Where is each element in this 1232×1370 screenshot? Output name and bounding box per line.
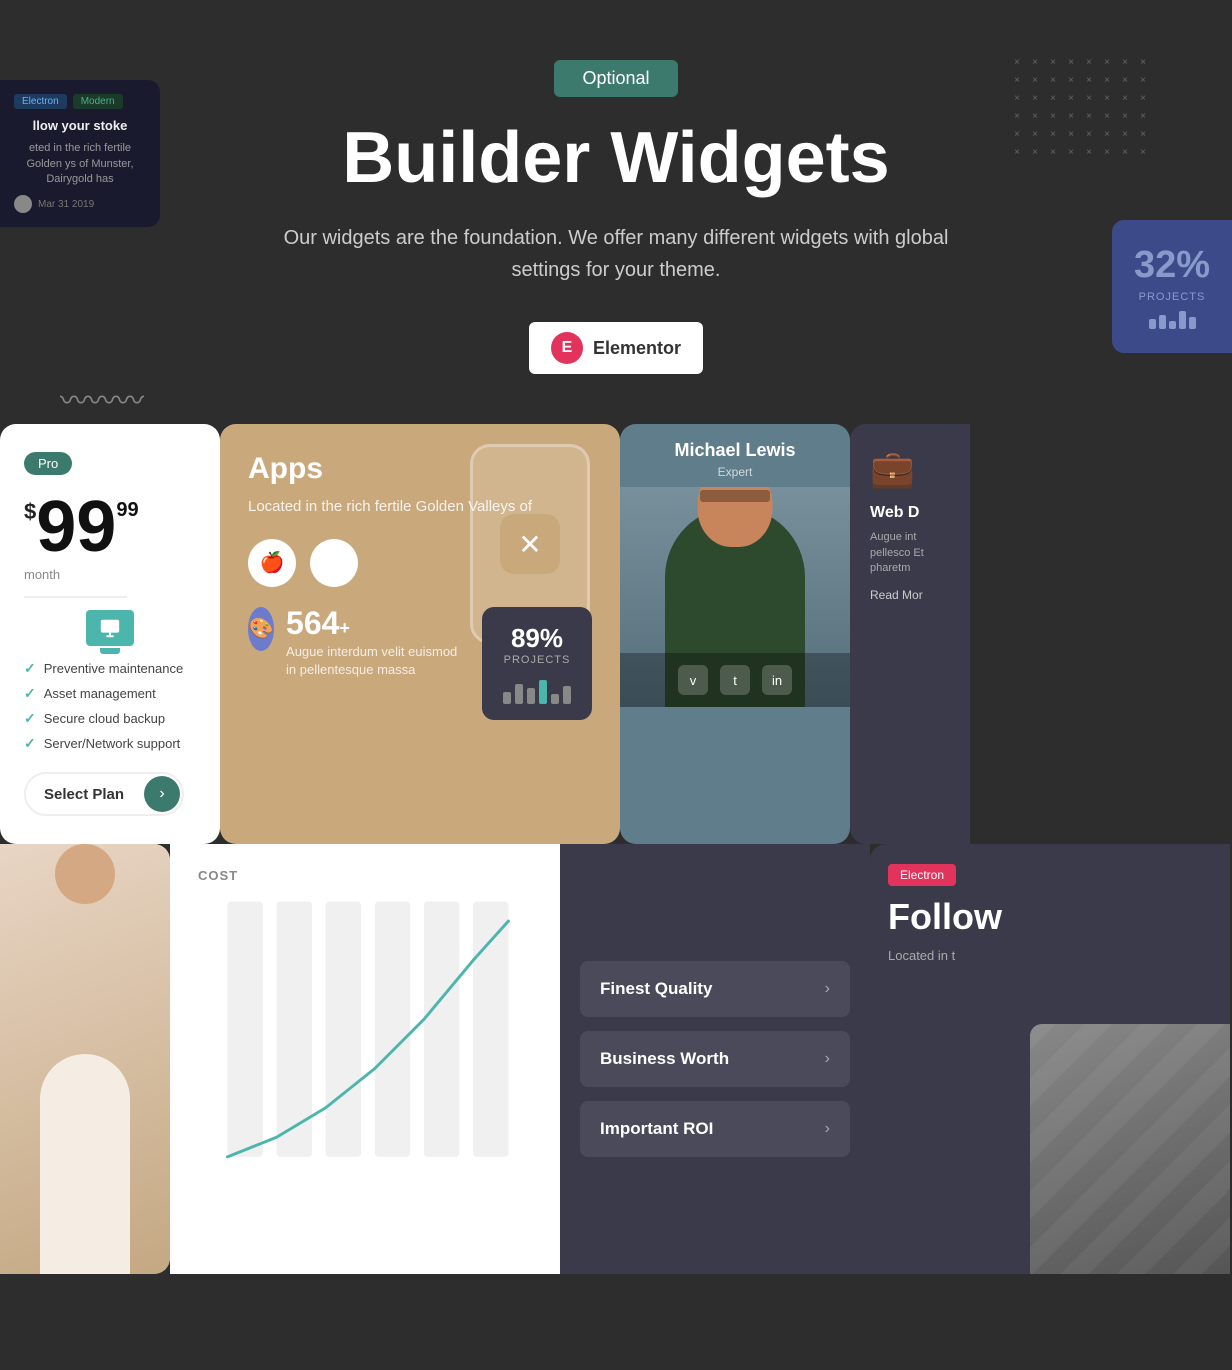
price-period: month [24, 567, 196, 582]
pricing-card: Pro $ 99 99 month ✓Preventive maintenanc… [0, 424, 220, 844]
blog-tag-electron: Electron [14, 94, 67, 109]
price-dollar: $ [24, 499, 36, 525]
projects-percent: 89% [498, 623, 576, 654]
hero-description: Our widgets are the foundation. We offer… [276, 222, 956, 286]
service-card-partial: 💼 Web D Augue int pellesco Et pharetm Re… [850, 424, 970, 844]
follow-card: Electron Follow Located in t [870, 844, 1230, 1274]
accordion-item-important-roi[interactable]: Important ROI › [580, 1101, 850, 1157]
dot-grid-decoration: ×××××××× ×××××××× ×××××××× ×××××××× ××××… [1014, 60, 1152, 162]
vimeo-icon[interactable]: v [678, 665, 708, 695]
staircase-texture [1030, 1024, 1230, 1274]
play-store-button[interactable]: ▶ [310, 539, 358, 587]
percent-label: PROJECTS [1130, 291, 1214, 303]
apps-card: ✕ Apps Located in the rich fertile Golde… [220, 424, 620, 844]
team-member-role: Expert [620, 465, 850, 479]
staircase-image [1030, 1024, 1230, 1274]
service-title: Web D [870, 504, 950, 522]
percent-value: 32% [1130, 244, 1214, 287]
monitor-svg [99, 617, 121, 639]
follow-title: Follow [888, 896, 1212, 938]
feature-item: ✓Server/Network support [24, 735, 196, 752]
stat-564: 🎨 564+ Augue interdum velit euismod in p… [248, 607, 466, 679]
check-icon: ✓ [24, 710, 36, 727]
check-icon: ✓ [24, 660, 36, 677]
price-main: 99 [36, 491, 116, 563]
apple-store-button[interactable]: 🍎 [248, 539, 296, 587]
optional-badge: Optional [554, 60, 677, 97]
stat-palette-icon: 🎨 [248, 607, 274, 651]
accordion-arrow-icon: › [825, 1050, 830, 1068]
team-member-photo: v t in [620, 487, 850, 707]
bottom-section: COST Finest Quality › [0, 844, 1232, 1274]
person-body [40, 1054, 130, 1274]
stat-description: Augue interdum velit euismod in pellente… [286, 643, 466, 679]
projects-box: 89% PROJECTS [482, 607, 592, 720]
blog-description: eted in the rich fertile Golden ys of Mu… [14, 141, 146, 187]
price-divider [24, 596, 127, 598]
stat-content: 564+ Augue interdum velit euismod in pel… [286, 607, 466, 679]
stat-number: 564+ [286, 607, 466, 639]
accordion-item-business-worth[interactable]: Business Worth › [580, 1031, 850, 1087]
check-icon: ✓ [24, 735, 36, 752]
twitter-icon[interactable]: t [720, 665, 750, 695]
chart-label: COST [198, 868, 532, 883]
person-head [55, 844, 115, 904]
monitor-icon-wrap [24, 610, 196, 646]
electron-tag: Electron [888, 864, 956, 886]
mini-bar-chart [1130, 311, 1214, 329]
elementor-badge[interactable]: E Elementor [529, 322, 703, 374]
monitor-icon [86, 610, 134, 646]
briefcase-icon: 💼 [870, 448, 950, 490]
accordion-section: Finest Quality › Business Worth › Import… [560, 844, 870, 1274]
chart-area [198, 899, 532, 1179]
blog-meta: Mar 31 2019 [14, 195, 146, 213]
read-more-link[interactable]: Read Mor [870, 588, 950, 602]
price-superscript: 99 [116, 499, 138, 522]
cost-chart [198, 899, 532, 1179]
price-display: $ 99 99 [24, 491, 196, 563]
select-plan-button[interactable]: Select Plan › [24, 772, 184, 816]
apps-description: Located in the rich fertile Golden Valle… [248, 496, 592, 519]
accordion-label-business-worth: Business Worth [600, 1049, 729, 1069]
widgets-row: Pro $ 99 99 month ✓Preventive maintenanc… [0, 424, 1232, 844]
service-description: Augue int pellesco Et pharetm [870, 530, 950, 576]
pro-badge: Pro [24, 452, 72, 475]
check-icon: ✓ [24, 685, 36, 702]
feature-item: ✓Secure cloud backup [24, 710, 196, 727]
chart-card: COST [170, 844, 560, 1274]
elementor-label: Elementor [593, 338, 681, 359]
person-image [0, 844, 170, 1274]
select-plan-arrow-icon: › [144, 776, 180, 812]
stats-row: 🎨 564+ Augue interdum velit euismod in p… [248, 607, 592, 720]
person-partial-card [0, 844, 170, 1274]
accordion-arrow-icon: › [825, 980, 830, 998]
features-list: ✓Preventive maintenance ✓Asset managemen… [24, 660, 196, 752]
elementor-icon: E [551, 332, 583, 364]
follow-description: Located in t [888, 946, 1212, 966]
app-buttons: 🍎 ▶ [248, 539, 592, 587]
feature-item: ✓Asset management [24, 685, 196, 702]
percent-card: 32% PROJECTS [1112, 220, 1232, 353]
projects-bar-chart [498, 674, 576, 704]
accordion-label-important-roi: Important ROI [600, 1119, 713, 1139]
social-links-bar: v t in [620, 653, 850, 707]
projects-label: PROJECTS [498, 654, 576, 666]
blog-tag-modern: Modern [73, 94, 123, 109]
blog-title: llow your stoke [14, 117, 146, 135]
select-plan-label: Select Plan [26, 776, 142, 813]
team-member-name: Michael Lewis [620, 424, 850, 465]
blog-date: Mar 31 2019 [38, 199, 94, 210]
feature-item: ✓Preventive maintenance [24, 660, 196, 677]
apps-title: Apps [248, 452, 592, 486]
accordion-item-finest-quality[interactable]: Finest Quality › [580, 961, 850, 1017]
accordion-arrow-icon: › [825, 1120, 830, 1138]
team-member-card: Michael Lewis Expert v t in [620, 424, 850, 844]
accordion-label-finest-quality: Finest Quality [600, 979, 712, 999]
blog-preview-card: Electron Modern llow your stoke eted in … [0, 80, 160, 227]
linkedin-icon[interactable]: in [762, 665, 792, 695]
apps-content: Apps Located in the rich fertile Golden … [248, 452, 592, 720]
blog-author-avatar [14, 195, 32, 213]
